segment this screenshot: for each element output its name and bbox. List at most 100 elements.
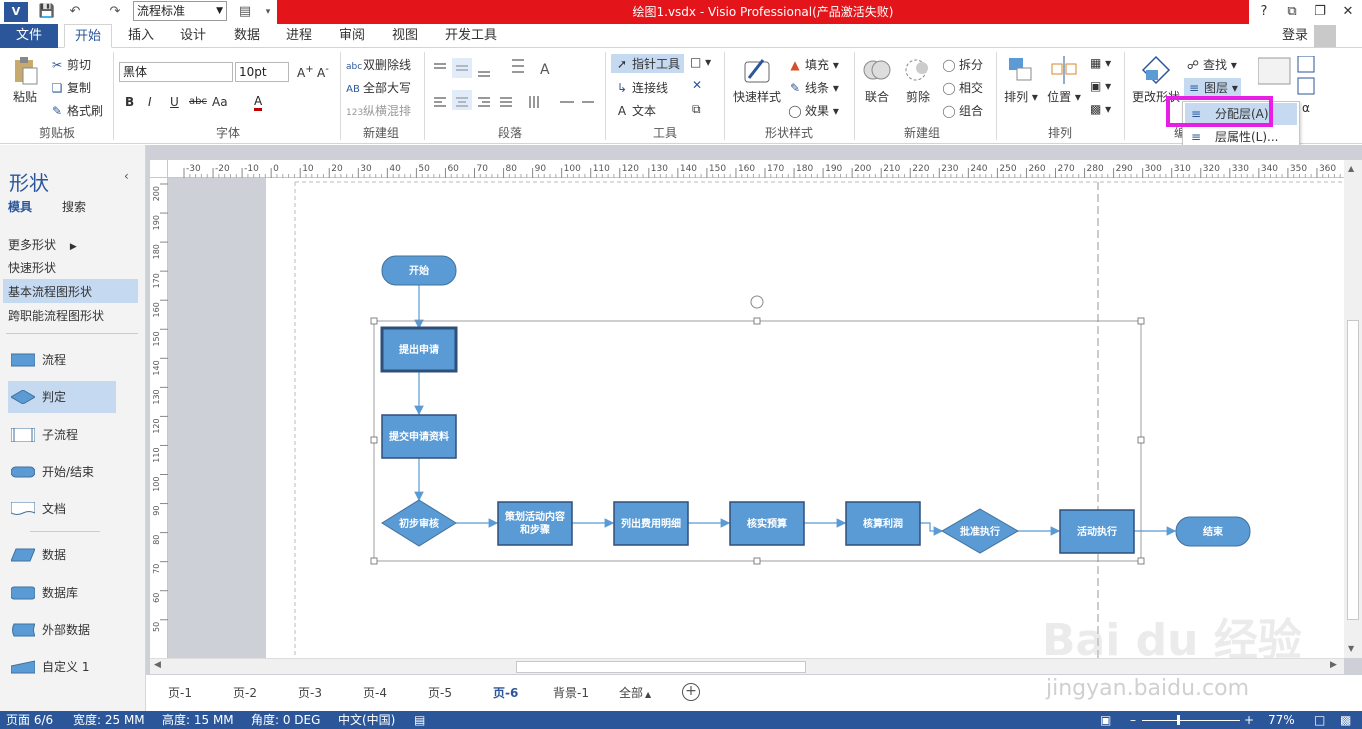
- tab-design[interactable]: 设计: [172, 24, 214, 48]
- group-icon[interactable]: ▣ ▾: [1090, 79, 1111, 93]
- avatar[interactable]: [1314, 25, 1336, 47]
- paragraph-controls[interactable]: A: [432, 58, 596, 118]
- shape-start-end[interactable]: 开始/结束: [8, 456, 116, 488]
- tab-review[interactable]: 审阅: [331, 24, 373, 48]
- split-button[interactable]: ◯ 拆分: [942, 56, 983, 73]
- collapse-panel-icon[interactable]: ‹: [124, 169, 129, 183]
- distribute-icon[interactable]: ▩ ▾: [1090, 102, 1111, 116]
- tab-developer[interactable]: 开发工具: [440, 24, 502, 48]
- page-tab-1[interactable]: 页-1: [168, 684, 192, 701]
- all-caps-button[interactable]: AB 全部大写: [346, 79, 411, 96]
- tab-stencils[interactable]: 模具: [8, 198, 32, 215]
- grow-font-button[interactable]: A+: [297, 64, 314, 80]
- tab-file[interactable]: 文件: [0, 24, 58, 48]
- flow-step-7[interactable]: 活动执行: [1059, 509, 1135, 554]
- shape-custom-1[interactable]: 自定义 1: [8, 651, 116, 683]
- zoom-out-icon[interactable]: –: [1130, 711, 1136, 729]
- line-button[interactable]: ✎ 线条 ▾: [788, 79, 839, 96]
- vertical-scroll-thumb[interactable]: [1347, 320, 1359, 620]
- shape-process[interactable]: 流程: [8, 344, 116, 376]
- find-button[interactable]: ☍ 查找 ▾: [1186, 56, 1237, 73]
- page-tab-6[interactable]: 页-6: [493, 684, 518, 701]
- font-size-combo[interactable]: 10pt: [235, 62, 289, 82]
- tab-data[interactable]: 数据: [226, 24, 268, 48]
- rectangle-tool-button[interactable]: □ ▾: [690, 55, 711, 69]
- flow-end[interactable]: 结束: [1175, 516, 1251, 547]
- flow-step-3[interactable]: 策划活动内容和步骤: [497, 501, 573, 546]
- tab-insert[interactable]: 插入: [120, 24, 162, 48]
- flow-step-4[interactable]: 列出费用明细: [613, 501, 689, 546]
- fragment-button[interactable]: 剪除: [898, 54, 938, 105]
- restore-button[interactable]: ❐: [1306, 0, 1334, 24]
- page-tab-5[interactable]: 页-5: [428, 684, 452, 701]
- strikethrough-button[interactable]: abc: [189, 96, 207, 107]
- cross-functional-stencil[interactable]: 跨职能流程图形状: [8, 307, 104, 324]
- save-icon[interactable]: 💾: [36, 2, 58, 22]
- tab-home[interactable]: 开始: [64, 24, 112, 48]
- flow-start[interactable]: 开始: [381, 255, 457, 286]
- ribbon-display-button[interactable]: ⧉: [1278, 0, 1306, 24]
- horizontal-scrollbar[interactable]: ◀ ▶: [150, 658, 1344, 674]
- shape-database[interactable]: 数据库: [8, 577, 116, 609]
- scroll-down-icon[interactable]: ▼: [1348, 644, 1354, 653]
- scroll-up-icon[interactable]: ▲: [1348, 164, 1354, 173]
- underline-button[interactable]: U: [170, 95, 179, 109]
- cut-button[interactable]: ✂ 剪切: [50, 56, 91, 73]
- zoom-slider-track[interactable]: [1142, 720, 1240, 721]
- tab-view[interactable]: 视图: [384, 24, 426, 48]
- position-button[interactable]: 位置 ▾: [1044, 54, 1084, 105]
- fill-button[interactable]: ▲ 填充 ▾: [788, 56, 838, 73]
- union-button[interactable]: 联合: [858, 54, 896, 105]
- status-page[interactable]: 页面 6/6: [6, 711, 53, 729]
- shape-external-data[interactable]: 外部数据: [8, 614, 116, 646]
- switch-window-icon[interactable]: ▩: [1340, 711, 1351, 729]
- close-button[interactable]: ✕: [1334, 0, 1362, 24]
- zoom-level[interactable]: 77%: [1268, 711, 1295, 729]
- text-tool-button[interactable]: A 文本: [615, 102, 656, 119]
- zoom-in-icon[interactable]: +: [1244, 711, 1254, 729]
- status-language[interactable]: 中文(中国): [338, 711, 395, 729]
- change-case-button[interactable]: Aa: [212, 95, 228, 109]
- scroll-right-icon[interactable]: ▶: [1330, 660, 1337, 670]
- basic-flowchart-stencil[interactable]: 基本流程图形状: [3, 279, 138, 303]
- vertical-ruler[interactable]: 200 190 180 170 160 150 140 130 120 110 100 90 80 70 6…: [150, 178, 168, 658]
- page-tab-3[interactable]: 页-3: [298, 684, 322, 701]
- shape-data[interactable]: 数据: [8, 539, 116, 571]
- page-tab-2[interactable]: 页-2: [233, 684, 257, 701]
- font-name-combo[interactable]: 黑体: [119, 62, 233, 82]
- redo-icon[interactable]: ↷: [104, 2, 126, 22]
- paste-button[interactable]: 粘贴: [6, 54, 44, 105]
- tab-process[interactable]: 进程: [278, 24, 320, 48]
- quick-style-button[interactable]: 快速样式: [730, 54, 784, 105]
- double-strikethrough-button[interactable]: abc双删除线: [346, 56, 411, 73]
- drawing-page[interactable]: 开始 提出申请 提交申请资料 初步审核 策划活动内容 和步骤 列出费用明细 核实预…: [266, 178, 1344, 666]
- crop-tool-icon[interactable]: ⧉: [692, 102, 701, 117]
- vertical-scrollbar[interactable]: ▲ ▼: [1344, 160, 1362, 658]
- presentation-mode-icon[interactable]: ▣: [1100, 711, 1111, 729]
- help-button[interactable]: ?: [1250, 0, 1278, 24]
- bold-button[interactable]: B: [125, 95, 134, 109]
- fit-page-icon[interactable]: □: [1314, 711, 1325, 729]
- text-block-icon[interactable]: ▤: [234, 2, 256, 22]
- macro-record-icon[interactable]: ▤: [414, 711, 425, 729]
- shape-decision[interactable]: 判定: [8, 381, 116, 413]
- shape-subprocess[interactable]: 子流程: [8, 419, 116, 451]
- combine-button[interactable]: ◯ 组合: [942, 102, 983, 119]
- align-icon[interactable]: ▦ ▾: [1090, 56, 1111, 70]
- shape-document[interactable]: 文档: [8, 493, 116, 525]
- horizontal-scroll-thumb[interactable]: [516, 661, 806, 673]
- shrink-font-button[interactable]: A-: [317, 64, 329, 80]
- copy-button[interactable]: ❏ 复制: [50, 79, 91, 96]
- flow-step-2[interactable]: 提交申请资料: [381, 414, 457, 459]
- scroll-left-icon[interactable]: ◀: [154, 660, 161, 670]
- flow-step-5[interactable]: 核实预算: [729, 501, 805, 546]
- zoom-slider-thumb[interactable]: [1177, 715, 1180, 725]
- tab-search[interactable]: 搜索: [62, 198, 86, 215]
- italic-button[interactable]: I: [148, 95, 152, 109]
- arrange-button[interactable]: 排列 ▾: [1002, 54, 1040, 105]
- flow-decision-1[interactable]: 初步审核: [381, 499, 457, 547]
- format-painter-button[interactable]: ✎ 格式刷: [50, 102, 103, 119]
- pointer-tool-button[interactable]: ➚ 指针工具: [611, 54, 685, 73]
- add-page-icon[interactable]: +: [682, 683, 700, 701]
- quick-style-combo[interactable]: 流程标准 ▼: [133, 1, 227, 21]
